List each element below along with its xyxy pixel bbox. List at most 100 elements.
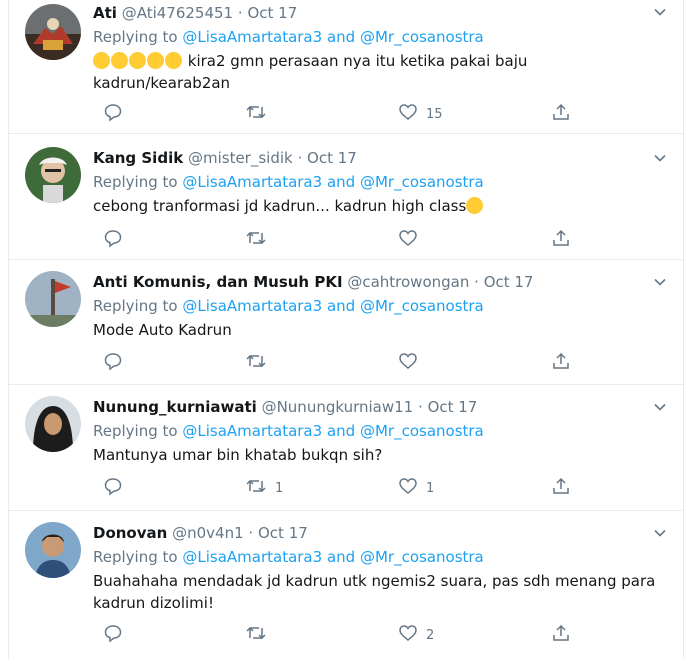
like-button[interactable]: 15: [398, 103, 443, 125]
tweet-date[interactable]: Oct 17: [307, 149, 357, 167]
mention-link[interactable]: @Mr_cosanostra: [360, 422, 484, 440]
display-name[interactable]: Kang Sidik: [93, 149, 183, 167]
like-button[interactable]: 1: [398, 477, 434, 499]
share-icon: [551, 351, 571, 375]
and-label: and: [326, 548, 356, 566]
reply-button[interactable]: [103, 103, 131, 125]
share-icon: [551, 476, 571, 500]
rolling-on-floor-laughing-emoji: [165, 52, 182, 69]
display-name[interactable]: Donovan: [93, 524, 167, 542]
share-button[interactable]: [551, 352, 571, 374]
tweet-header: Nunung_kurniawati @Nunungkurniaw11 · Oct…: [93, 396, 477, 418]
tweet-header: Kang Sidik @mister_sidik · Oct 17: [93, 147, 357, 169]
share-icon: [551, 102, 571, 126]
tweet-date[interactable]: Oct 17: [484, 273, 534, 291]
mention-link[interactable]: @Mr_cosanostra: [360, 297, 484, 315]
heart-icon: [398, 351, 418, 375]
display-name[interactable]: Anti Komunis, dan Musuh PKI: [93, 273, 343, 291]
chevron-down-icon[interactable]: [653, 4, 667, 18]
retweet-icon: [245, 476, 267, 500]
share-button[interactable]: [551, 103, 571, 125]
tweet-3[interactable]: Anti Komunis, dan Musuh PKI @cahtrowonga…: [9, 261, 683, 385]
like-button[interactable]: [398, 229, 426, 251]
avatar[interactable]: [25, 522, 81, 578]
reply-icon: [103, 476, 123, 500]
mention-link[interactable]: @LisaAmartatara3: [182, 422, 322, 440]
retweet-button[interactable]: 1: [245, 477, 283, 499]
reply-icon: [103, 102, 123, 126]
tweet-header: Donovan @n0v4n1 · Oct 17: [93, 522, 308, 544]
replying-to: Replying to @LisaAmartatara3 and @Mr_cos…: [93, 295, 484, 317]
chevron-down-icon[interactable]: [653, 274, 667, 288]
retweet-icon: [245, 623, 267, 647]
tweet-body: Mantunya umar bin khatab bukqn sih?: [93, 446, 383, 464]
like-button[interactable]: [398, 352, 426, 374]
user-handle[interactable]: @n0v4n1: [172, 524, 244, 542]
and-label: and: [326, 422, 356, 440]
retweet-icon: [245, 102, 267, 126]
retweet-button[interactable]: [245, 229, 275, 251]
tweet-5[interactable]: Donovan @n0v4n1 · Oct 17 Replying to @Li…: [9, 512, 683, 659]
heart-icon: [398, 228, 418, 252]
mention-link[interactable]: @LisaAmartatara3: [182, 297, 322, 315]
replying-to-label: Replying to: [93, 548, 178, 566]
reply-button[interactable]: [103, 624, 131, 646]
rolling-on-floor-laughing-emoji: [111, 52, 128, 69]
avatar[interactable]: [25, 396, 81, 452]
avatar[interactable]: [25, 4, 81, 60]
replying-to: Replying to @LisaAmartatara3 and @Mr_cos…: [93, 546, 484, 568]
tweet-actions: 1 1: [93, 477, 573, 499]
tweet-4[interactable]: Nunung_kurniawati @Nunungkurniaw11 · Oct…: [9, 386, 683, 511]
share-icon: [551, 623, 571, 647]
like-button[interactable]: 2: [398, 624, 434, 646]
share-icon: [551, 228, 571, 252]
user-handle[interactable]: @cahtrowongan: [347, 273, 469, 291]
mention-link[interactable]: @Mr_cosanostra: [360, 28, 484, 46]
replying-to: Replying to @LisaAmartatara3 and @Mr_cos…: [93, 420, 484, 442]
mention-link[interactable]: @Mr_cosanostra: [360, 173, 484, 191]
tweet-date[interactable]: Oct 17: [258, 524, 308, 542]
user-handle[interactable]: @mister_sidik: [188, 149, 293, 167]
replying-to-label: Replying to: [93, 422, 178, 440]
reply-button[interactable]: [103, 352, 131, 374]
chevron-down-icon[interactable]: [653, 399, 667, 413]
retweet-button[interactable]: [245, 624, 275, 646]
replying-to-label: Replying to: [93, 28, 178, 46]
user-handle[interactable]: @Ati47625451: [122, 4, 233, 22]
grinning-face-emoji: [466, 197, 484, 214]
user-handle[interactable]: @Nunungkurniaw11: [262, 398, 414, 416]
mention-link[interactable]: @LisaAmartatara3: [182, 173, 322, 191]
tweet-date[interactable]: Oct 17: [247, 4, 297, 22]
retweet-button[interactable]: [245, 352, 275, 374]
tweet-1[interactable]: Ati @Ati47625451 · Oct 17 Replying to @L…: [9, 0, 683, 134]
avatar[interactable]: [25, 271, 81, 327]
tweet-text: cebong tranformasi jd kadrun... kadrun h…: [93, 195, 663, 217]
display-name[interactable]: Ati: [93, 4, 117, 22]
rolling-on-floor-laughing-emoji: [129, 52, 146, 69]
retweet-button[interactable]: [245, 103, 275, 125]
mention-link[interactable]: @LisaAmartatara3: [182, 548, 322, 566]
reply-button[interactable]: [103, 229, 131, 251]
chevron-down-icon[interactable]: [653, 525, 667, 539]
tweet-2[interactable]: Kang Sidik @mister_sidik · Oct 17 Replyi…: [9, 135, 683, 260]
and-label: and: [326, 173, 356, 191]
avatar[interactable]: [25, 147, 81, 203]
display-name[interactable]: Nunung_kurniawati: [93, 398, 257, 416]
share-button[interactable]: [551, 229, 571, 251]
tweet-text: Buahahaha mendadak jd kadrun utk ngemis2…: [93, 570, 663, 614]
share-button[interactable]: [551, 477, 571, 499]
retweet-icon: [245, 228, 267, 252]
rolling-on-floor-laughing-emoji: [147, 52, 164, 69]
tweet-actions: [93, 352, 573, 374]
tweet-actions: 2: [93, 624, 573, 646]
reply-icon: [103, 351, 123, 375]
tweet-date[interactable]: Oct 17: [428, 398, 478, 416]
separator-dot: ·: [297, 149, 303, 167]
tweet-feed: Ati @Ati47625451 · Oct 17 Replying to @L…: [0, 0, 700, 659]
mention-link[interactable]: @LisaAmartatara3: [182, 28, 322, 46]
chevron-down-icon[interactable]: [653, 150, 667, 164]
reply-button[interactable]: [103, 477, 131, 499]
separator-dot: ·: [418, 398, 423, 416]
share-button[interactable]: [551, 624, 571, 646]
mention-link[interactable]: @Mr_cosanostra: [360, 548, 484, 566]
